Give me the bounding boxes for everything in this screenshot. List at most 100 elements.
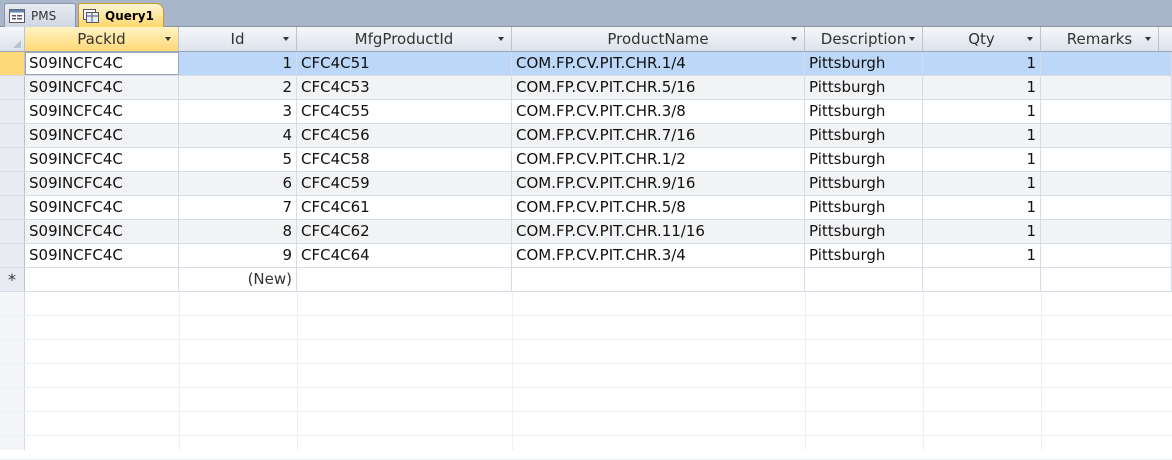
dropdown-arrow-icon[interactable] bbox=[165, 37, 171, 41]
cell-productname[interactable]: COM.FP.CV.PIT.CHR.3/8 bbox=[512, 100, 805, 123]
record-selector[interactable] bbox=[0, 244, 25, 267]
cell-qty[interactable]: 1 bbox=[923, 220, 1041, 243]
cell-qty[interactable]: 1 bbox=[923, 52, 1041, 75]
record-selector[interactable] bbox=[0, 76, 25, 99]
cell-mfgproductid[interactable]: CFC4C53 bbox=[297, 76, 512, 99]
cell-productname[interactable]: COM.FP.CV.PIT.CHR.9/16 bbox=[512, 172, 805, 195]
cell-description[interactable]: Pittsburgh bbox=[805, 220, 923, 243]
record-selector[interactable] bbox=[0, 148, 25, 171]
cell-packid[interactable]: S09INCFC4C bbox=[25, 76, 179, 99]
cell-remarks[interactable] bbox=[1041, 52, 1172, 75]
table-row[interactable]: S09INCFC4C 8 CFC4C62 COM.FP.CV.PIT.CHR.11/1… bbox=[0, 220, 1172, 244]
cell-id[interactable]: 3 bbox=[179, 100, 297, 123]
cell-mfgproductid[interactable]: CFC4C51 bbox=[297, 52, 512, 75]
cell-description[interactable]: Pittsburgh bbox=[805, 244, 923, 267]
cell-packid[interactable]: S09INCFC4C bbox=[25, 172, 179, 195]
dropdown-arrow-icon[interactable] bbox=[791, 37, 797, 41]
cell-description[interactable]: Pittsburgh bbox=[805, 124, 923, 147]
cell-description[interactable]: Pittsburgh bbox=[805, 196, 923, 219]
cell-mfgproductid[interactable]: CFC4C55 bbox=[297, 100, 512, 123]
column-header-remarks[interactable]: Remarks bbox=[1041, 27, 1159, 51]
table-row[interactable]: S09INCFC4C 7 CFC4C61 COM.FP.CV.PIT.CHR.5/8 P… bbox=[0, 196, 1172, 220]
cell-packid[interactable] bbox=[25, 268, 179, 291]
cell-mfgproductid[interactable]: CFC4C59 bbox=[297, 172, 512, 195]
cell-remarks[interactable] bbox=[1041, 268, 1172, 291]
table-row[interactable]: S09INCFC4C 4 CFC4C56 COM.FP.CV.PIT.CHR.7/16… bbox=[0, 124, 1172, 148]
cell-productname[interactable]: COM.FP.CV.PIT.CHR.1/4 bbox=[512, 52, 805, 75]
cell-remarks[interactable] bbox=[1041, 76, 1172, 99]
cell-description[interactable]: Pittsburgh bbox=[805, 52, 923, 75]
table-row[interactable]: S09INCFC4C 1 CFC4C51 COM.FP.CV.PIT.CHR.1/4 P… bbox=[0, 52, 1172, 76]
cell-mfgproductid[interactable]: CFC4C62 bbox=[297, 220, 512, 243]
cell-id[interactable]: 4 bbox=[179, 124, 297, 147]
cell-productname[interactable]: COM.FP.CV.PIT.CHR.11/16 bbox=[512, 220, 805, 243]
cell-productname[interactable]: COM.FP.CV.PIT.CHR.1/2 bbox=[512, 148, 805, 171]
cell-remarks[interactable] bbox=[1041, 220, 1172, 243]
cell-qty[interactable]: 1 bbox=[923, 244, 1041, 267]
column-header-id[interactable]: Id bbox=[179, 27, 297, 51]
cell-qty[interactable]: 1 bbox=[923, 124, 1041, 147]
tab-pms[interactable]: PMS bbox=[4, 3, 76, 27]
tab-query1[interactable]: Query1 bbox=[78, 3, 164, 27]
cell-id[interactable]: 6 bbox=[179, 172, 297, 195]
cell-id[interactable]: 2 bbox=[179, 76, 297, 99]
cell-productname[interactable]: COM.FP.CV.PIT.CHR.3/4 bbox=[512, 244, 805, 267]
cell-productname[interactable]: COM.FP.CV.PIT.CHR.5/8 bbox=[512, 196, 805, 219]
cell-remarks[interactable] bbox=[1041, 244, 1172, 267]
record-selector[interactable] bbox=[0, 172, 25, 195]
column-header-mfgproductid[interactable]: MfgProductId bbox=[297, 27, 512, 51]
cell-mfgproductid[interactable]: CFC4C56 bbox=[297, 124, 512, 147]
cell-remarks[interactable] bbox=[1041, 124, 1172, 147]
cell-packid[interactable]: S09INCFC4C bbox=[25, 100, 179, 123]
dropdown-arrow-icon[interactable] bbox=[498, 37, 504, 41]
cell-description[interactable] bbox=[805, 268, 923, 291]
cell-mfgproductid[interactable]: CFC4C64 bbox=[297, 244, 512, 267]
cell-mfgproductid[interactable]: CFC4C58 bbox=[297, 148, 512, 171]
cell-packid[interactable]: S09INCFC4C bbox=[25, 148, 179, 171]
cell-productname[interactable] bbox=[512, 268, 805, 291]
column-header-productname[interactable]: ProductName bbox=[512, 27, 805, 51]
cell-mfgproductid[interactable] bbox=[297, 268, 512, 291]
cell-productname[interactable]: COM.FP.CV.PIT.CHR.5/16 bbox=[512, 76, 805, 99]
cell-remarks[interactable] bbox=[1041, 100, 1172, 123]
record-selector[interactable] bbox=[0, 220, 25, 243]
select-all-corner[interactable] bbox=[0, 27, 25, 51]
cell-id[interactable]: 1 bbox=[179, 52, 297, 75]
cell-description[interactable]: Pittsburgh bbox=[805, 76, 923, 99]
cell-productname[interactable]: COM.FP.CV.PIT.CHR.7/16 bbox=[512, 124, 805, 147]
record-selector[interactable] bbox=[0, 124, 25, 147]
record-selector[interactable] bbox=[0, 52, 25, 75]
table-row[interactable]: S09INCFC4C 3 CFC4C55 COM.FP.CV.PIT.CHR.3/8 P… bbox=[0, 100, 1172, 124]
cell-qty[interactable] bbox=[923, 268, 1041, 291]
cell-packid[interactable]: S09INCFC4C bbox=[25, 196, 179, 219]
dropdown-arrow-icon[interactable] bbox=[283, 37, 289, 41]
cell-description[interactable]: Pittsburgh bbox=[805, 148, 923, 171]
dropdown-arrow-icon[interactable] bbox=[909, 37, 915, 41]
record-selector[interactable] bbox=[0, 196, 25, 219]
cell-packid[interactable]: S09INCFC4C bbox=[25, 52, 179, 75]
column-header-description[interactable]: Description bbox=[805, 27, 923, 51]
cell-remarks[interactable] bbox=[1041, 148, 1172, 171]
dropdown-arrow-icon[interactable] bbox=[1145, 37, 1151, 41]
table-row[interactable]: S09INCFC4C 9 CFC4C64 COM.FP.CV.PIT.CHR.3/4 P… bbox=[0, 244, 1172, 268]
cell-qty[interactable]: 1 bbox=[923, 100, 1041, 123]
cell-remarks[interactable] bbox=[1041, 172, 1172, 195]
cell-qty[interactable]: 1 bbox=[923, 76, 1041, 99]
cell-mfgproductid[interactable]: CFC4C61 bbox=[297, 196, 512, 219]
cell-packid[interactable]: S09INCFC4C bbox=[25, 124, 179, 147]
cell-id-new[interactable]: (New) bbox=[179, 268, 297, 291]
cell-qty[interactable]: 1 bbox=[923, 172, 1041, 195]
table-row[interactable]: S09INCFC4C 6 CFC4C59 COM.FP.CV.PIT.CHR.9/16… bbox=[0, 172, 1172, 196]
cell-id[interactable]: 5 bbox=[179, 148, 297, 171]
table-row[interactable]: S09INCFC4C 2 CFC4C53 COM.FP.CV.PIT.CHR.5/16… bbox=[0, 76, 1172, 100]
column-header-qty[interactable]: Qty bbox=[923, 27, 1041, 51]
cell-remarks[interactable] bbox=[1041, 196, 1172, 219]
cell-id[interactable]: 9 bbox=[179, 244, 297, 267]
column-header-packid[interactable]: PackId bbox=[25, 27, 179, 51]
cell-qty[interactable]: 1 bbox=[923, 196, 1041, 219]
new-record-row[interactable]: * (New) bbox=[0, 268, 1172, 292]
cell-qty[interactable]: 1 bbox=[923, 148, 1041, 171]
cell-id[interactable]: 8 bbox=[179, 220, 297, 243]
cell-packid[interactable]: S09INCFC4C bbox=[25, 244, 179, 267]
table-row[interactable]: S09INCFC4C 5 CFC4C58 COM.FP.CV.PIT.CHR.1/2 P… bbox=[0, 148, 1172, 172]
